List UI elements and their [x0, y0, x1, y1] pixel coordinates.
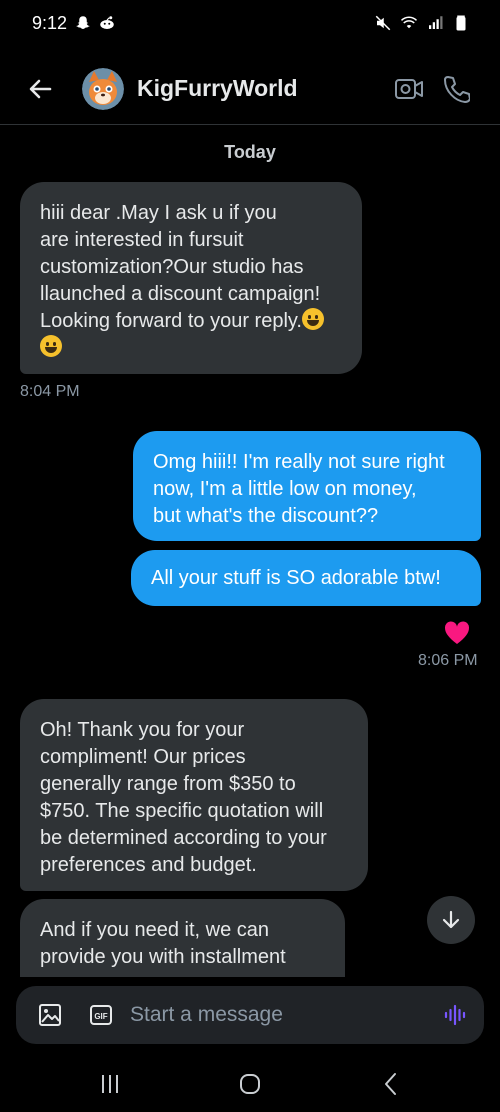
mute-icon [375, 15, 391, 31]
home-icon[interactable] [235, 1069, 265, 1099]
message-bubble-outgoing[interactable]: All your stuff is SO adorable btw! [131, 550, 481, 606]
message-composer: GIF [16, 986, 484, 1044]
message-timestamp: 8:06 PM [418, 652, 478, 669]
message-bubble-incoming[interactable]: Oh! Thank you for your compliment! Our p… [20, 699, 368, 891]
wifi-icon [400, 16, 418, 29]
message-text: Oh! Thank you for your compliment! Our p… [40, 719, 327, 876]
reddit-icon [100, 16, 114, 29]
date-separator: Today [224, 142, 276, 162]
status-time: 9:12 [32, 13, 68, 33]
message-bubble-incoming[interactable]: hiii dear .May I ask u if you are intere… [20, 182, 362, 374]
phone-call-icon[interactable] [442, 74, 470, 104]
message-text: hiii dear .May I ask u if you are intere… [40, 202, 321, 332]
snapchat-icon [76, 16, 90, 29]
conversation-header: KigFurryWorld [0, 55, 500, 125]
heart-reaction-icon[interactable] [443, 620, 471, 646]
back-arrow-icon[interactable] [24, 73, 56, 105]
image-icon[interactable] [38, 1003, 62, 1027]
grinning-face-emoji [40, 335, 62, 357]
status-bar: 9:12 [0, 0, 500, 50]
contact-name[interactable]: KigFurryWorld [137, 75, 298, 102]
recent-apps-icon[interactable] [95, 1069, 125, 1099]
avatar[interactable] [82, 68, 124, 110]
signal-icon [429, 16, 443, 29]
message-text: And if you need it, we can provide you w… [40, 919, 286, 968]
back-nav-icon[interactable] [376, 1069, 406, 1099]
system-nav-bar [0, 1055, 500, 1112]
message-text: Omg hiii!! I'm really not sure right now… [153, 451, 445, 527]
voice-message-icon[interactable] [443, 1003, 467, 1027]
message-timestamp: 8:04 PM [20, 383, 80, 400]
battery-icon [456, 15, 466, 31]
message-text: All your stuff is SO adorable btw! [151, 567, 441, 589]
arrow-down-icon [442, 910, 460, 929]
message-input[interactable] [130, 999, 420, 1031]
gif-icon[interactable]: GIF [89, 1003, 113, 1027]
video-call-icon[interactable] [394, 75, 424, 103]
scroll-to-bottom-button[interactable] [427, 896, 475, 944]
message-bubble-incoming[interactable]: And if you need it, we can provide you w… [20, 899, 345, 977]
message-bubble-outgoing[interactable]: Omg hiii!! I'm really not sure right now… [133, 431, 481, 541]
grinning-face-emoji [301, 308, 324, 330]
svg-text:GIF: GIF [94, 1012, 107, 1021]
